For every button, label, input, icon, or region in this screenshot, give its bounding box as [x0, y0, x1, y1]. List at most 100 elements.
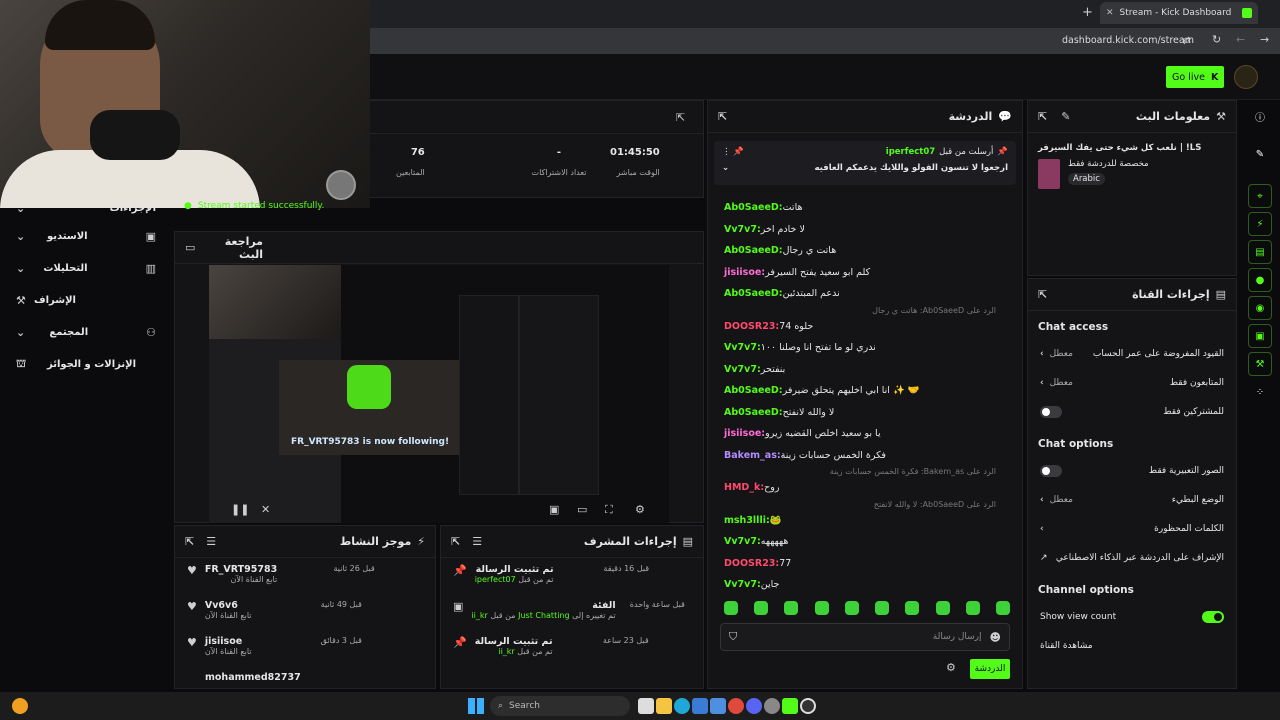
- chat-username[interactable]: Ab0SaeeD:: [724, 385, 783, 396]
- reload-icon[interactable]: ↻: [1212, 33, 1221, 46]
- mute-icon[interactable]: ✕: [261, 503, 270, 516]
- chat-message[interactable]: Ab0SaeeD:هاتت: [708, 197, 1014, 219]
- chat-username[interactable]: Ab0SaeeD:: [724, 245, 783, 256]
- chat-message[interactable]: DOOSR23:77: [708, 553, 1014, 575]
- emoji-icon[interactable]: ☻: [990, 631, 1001, 644]
- site-settings-icon[interactable]: ⇄: [1182, 34, 1191, 47]
- new-tab-button[interactable]: +: [1082, 5, 1093, 20]
- address-bar[interactable]: dashboard.kick.com/stream ⇄ ↻ ← →: [370, 28, 1280, 54]
- chat-message[interactable]: jisiisoe:كلم ابو سعيد يفتح السيرفر: [708, 262, 1014, 284]
- sidebar-item-community[interactable]: ⚇ المجتمع ⌄: [0, 316, 172, 348]
- settings-icon[interactable]: [764, 698, 780, 714]
- fullscreen-icon[interactable]: ⛶: [605, 503, 613, 517]
- chat-message[interactable]: DOOSR23:حلوه 74: [708, 316, 1014, 338]
- chat-message[interactable]: Vv7v7:جاين: [708, 574, 1014, 593]
- emote-icon[interactable]: [754, 601, 769, 615]
- mail-icon[interactable]: [710, 698, 726, 714]
- subscribers-only-toggle[interactable]: [1040, 405, 1062, 418]
- emote-icon[interactable]: [724, 601, 738, 615]
- chat-username[interactable]: DOOSR23:: [724, 558, 779, 569]
- popout-icon[interactable]: ⇱: [1038, 110, 1047, 123]
- settings-icon[interactable]: ⚙: [635, 503, 645, 516]
- chat-username[interactable]: Ab0SaeeD:: [724, 202, 783, 213]
- files-icon[interactable]: [638, 698, 654, 714]
- chrome-icon[interactable]: [728, 698, 744, 714]
- sidebar-item-analytics[interactable]: ▥ التحليلات ⌄: [0, 252, 172, 284]
- chat-username[interactable]: jisiisoe:: [724, 428, 765, 439]
- chat-message[interactable]: Ab0SaeeD:انا ابي اخليهم يتحلق ضيرفر ✨ 🤝: [708, 380, 1014, 402]
- chat-message[interactable]: Ab0SaeeD:هاتت ي رجال: [708, 240, 1014, 262]
- filter-icon[interactable]: ☰: [472, 535, 482, 548]
- back-icon[interactable]: ←: [1236, 33, 1245, 46]
- pause-icon[interactable]: ❚❚: [231, 503, 249, 516]
- go-live-button[interactable]: Go live K: [1166, 66, 1225, 88]
- sidebar-item-drops[interactable]: الإنزالات و الجوائز ⛫: [0, 348, 172, 380]
- popout-icon[interactable]: ⇱: [451, 535, 460, 548]
- ai-moderation-setting[interactable]: الإشراف على الدردشة عبر الذكاء الاصطناعي…: [1028, 543, 1236, 572]
- edge-icon[interactable]: [674, 698, 690, 714]
- slow-mode-setting[interactable]: الوضع البطيء معطل ›: [1028, 485, 1236, 514]
- emote-icon[interactable]: [905, 601, 920, 615]
- chat-icon[interactable]: ●: [1248, 268, 1272, 292]
- sidebar-item-actions[interactable]: الإجراءات ⌄: [0, 196, 172, 220]
- pin-toggle-icon[interactable]: 📌 ⋮: [722, 147, 744, 157]
- chat-username[interactable]: Ab0SaeeD:: [724, 288, 783, 299]
- pip-icon[interactable]: ▣: [549, 503, 559, 516]
- bolt-icon[interactable]: ⚡: [1248, 212, 1272, 236]
- forward-icon[interactable]: →: [1260, 33, 1269, 46]
- kick-app-icon[interactable]: [782, 698, 798, 714]
- folder-icon[interactable]: [656, 698, 672, 714]
- chat-username[interactable]: jisiisoe:: [724, 267, 765, 278]
- avatar[interactable]: [1234, 65, 1258, 89]
- chat-message[interactable]: jisiisoe:يا بو سعيد اخلص القضيه زيرو: [708, 423, 1014, 445]
- filter-icon[interactable]: ☰: [206, 535, 216, 548]
- theater-icon[interactable]: ▭: [577, 503, 587, 516]
- emote-icon[interactable]: [814, 601, 829, 615]
- apps-icon[interactable]: ⁘: [1248, 380, 1272, 404]
- chat-username[interactable]: DOOSR23:: [724, 321, 779, 332]
- emote-icon[interactable]: [844, 601, 859, 615]
- chat-username[interactable]: Vv7v7:: [724, 342, 761, 353]
- chat-message[interactable]: Ab0SaeeD:ندعم المبتدئين: [708, 283, 1014, 305]
- chat-input[interactable]: ☻ إرسال رسالة ⛉: [720, 623, 1010, 651]
- followers-only-setting[interactable]: المتابعون فقط معطل ›: [1028, 368, 1236, 397]
- edit-icon[interactable]: ✎: [1061, 110, 1070, 123]
- pinned-message[interactable]: 📌 أرسلت من قبل iperfect07 📌 ⋮ ارجعوا لا …: [714, 141, 1016, 185]
- broadcast-icon[interactable]: ◉: [1248, 296, 1272, 320]
- obs-icon[interactable]: [800, 698, 816, 714]
- chat-username[interactable]: Vv7v7:: [724, 224, 761, 235]
- chat-message[interactable]: Vv7v7:بنفتحر: [708, 359, 1014, 381]
- popout-icon[interactable]: ⇱: [718, 110, 727, 123]
- chat-message[interactable]: Ab0SaeeD:لا والله لانفتح: [708, 402, 1014, 424]
- emote-icon[interactable]: [935, 601, 950, 615]
- emote-icon[interactable]: [965, 601, 980, 615]
- emote-icon[interactable]: [784, 601, 799, 615]
- edit-icon[interactable]: ✎: [1248, 142, 1272, 166]
- windows-start-icon[interactable]: [468, 698, 484, 714]
- chat-message[interactable]: Vv7v7:ندري لو ما تفتح انا وصلنا ١٠٠: [708, 337, 1014, 359]
- chat-message[interactable]: Vv7v7:هههههه: [708, 531, 1014, 553]
- url-text[interactable]: dashboard.kick.com/stream: [1062, 35, 1194, 46]
- emote-icon[interactable]: [995, 601, 1010, 615]
- wrench-icon[interactable]: ⚒: [1248, 352, 1272, 376]
- target-icon[interactable]: ⌖: [1248, 184, 1272, 208]
- shield-icon[interactable]: ⛉: [729, 630, 737, 644]
- chat-username[interactable]: Vv7v7:: [724, 579, 761, 590]
- popout-icon[interactable]: ⇱: [676, 111, 685, 124]
- info-icon[interactable]: ⓘ: [1248, 104, 1272, 128]
- document-icon[interactable]: ▤: [1248, 240, 1272, 264]
- settings-icon[interactable]: ⚙: [946, 661, 956, 674]
- share-channel-setting[interactable]: مشاهدة القناة: [1028, 631, 1236, 660]
- discord-icon[interactable]: [746, 698, 762, 714]
- stream-video[interactable]: FR_VRT95783 is now following! ❚❚ ✕ ▣ ▭ ⛶…: [209, 265, 669, 523]
- chat-username[interactable]: Vv7v7:: [724, 364, 761, 375]
- tv-icon[interactable]: ▣: [1248, 324, 1272, 348]
- chat-username[interactable]: Vv7v7:: [724, 536, 761, 547]
- chat-message[interactable]: Bakem_as:فكرة الخمس حسابات زينة: [708, 445, 1014, 467]
- chat-message[interactable]: Vv7v7:لا خادم اخر: [708, 219, 1014, 241]
- chat-send-button[interactable]: الدردشة: [970, 659, 1010, 679]
- account-age-setting[interactable]: القيود المفروضة على عمر الحساب معطل ›: [1028, 339, 1236, 368]
- taskbar-search[interactable]: ⌕ Search: [490, 696, 630, 716]
- popout-icon[interactable]: ⇱: [1038, 288, 1047, 301]
- chat-username[interactable]: Bakem_as:: [724, 450, 781, 461]
